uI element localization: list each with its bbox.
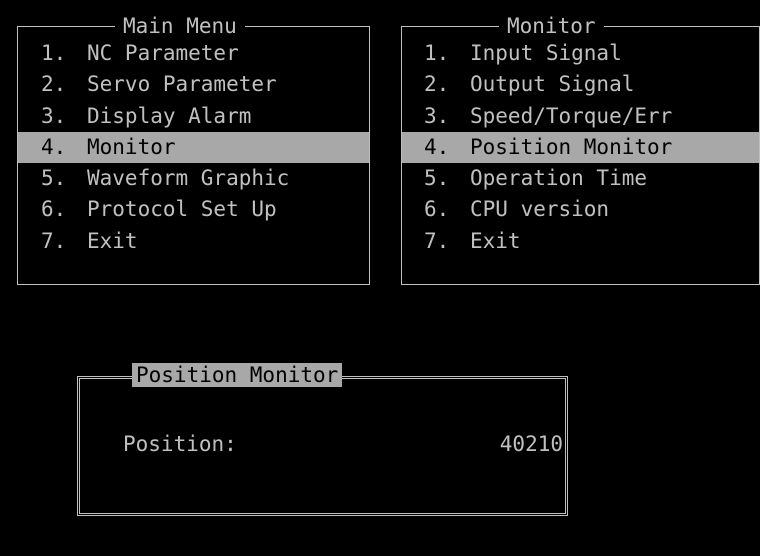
menu-item-label: CPU version xyxy=(470,197,610,222)
menu-item-number: 4. xyxy=(424,134,450,159)
menu-item-label: Protocol Set Up xyxy=(87,197,277,222)
main-menu-item-exit[interactable]: 7. Exit xyxy=(18,226,369,257)
monitor-menu-item-position-monitor[interactable]: 4. Position Monitor xyxy=(402,131,759,164)
main-menu-item-nc-parameter[interactable]: 1. NC Parameter xyxy=(18,38,369,69)
menu-item-label: Servo Parameter xyxy=(87,72,277,97)
monitor-menu-item-input-signal[interactable]: 1. Input Signal xyxy=(402,38,759,69)
monitor-menu-item-output-signal[interactable]: 2. Output Signal xyxy=(402,69,759,100)
menu-item-label: Speed/Torque/Err xyxy=(470,103,673,128)
monitor-menu-title: Monitor xyxy=(499,14,604,38)
menu-item-label: Output Signal xyxy=(470,72,635,97)
menu-item-number: 2. xyxy=(41,72,67,97)
menu-item-number: 1. xyxy=(41,41,67,65)
monitor-menu-item-cpu-version[interactable]: 6. CPU version xyxy=(402,194,759,225)
menu-item-label: Display Alarm xyxy=(87,103,252,128)
main-menu-panel: Main Menu 1. NC Parameter 2. Servo Paramet… xyxy=(17,14,370,285)
menu-item-label: Monitor xyxy=(87,134,176,159)
menu-item-label: Exit xyxy=(87,228,138,253)
menu-item-label: Position Monitor xyxy=(470,134,673,159)
main-menu-item-protocol-set-up[interactable]: 6. Protocol Set Up xyxy=(18,194,369,225)
monitor-menu-panel: Monitor 1. Input Signal 2. Output Signal 3… xyxy=(401,14,760,285)
menu-item-number: 6. xyxy=(41,197,67,222)
monitor-menu-item-exit[interactable]: 7. Exit xyxy=(402,226,759,257)
menu-item-number: 6. xyxy=(424,197,450,222)
menu-item-label: NC Parameter xyxy=(87,41,239,65)
menu-item-number: 5. xyxy=(41,166,67,191)
menu-item-number: 2. xyxy=(424,72,450,97)
main-menu-item-monitor[interactable]: 4. Monitor xyxy=(18,131,369,164)
menu-item-label: Waveform Graphic xyxy=(87,166,290,191)
menu-item-number: 5. xyxy=(424,166,450,191)
monitor-menu-list: 1. Input Signal 2. Output Signal 3. Speed/T… xyxy=(402,38,759,257)
menu-item-number: 3. xyxy=(424,103,450,128)
monitor-menu-item-operation-time[interactable]: 5. Operation Time xyxy=(402,163,759,194)
menu-item-number: 7. xyxy=(41,228,67,253)
menu-item-label: Exit xyxy=(470,228,521,253)
main-menu-list: 1. NC Parameter 2. Servo Parameter 3. Displ… xyxy=(18,38,369,257)
main-menu-item-servo-parameter[interactable]: 2. Servo Parameter xyxy=(18,69,369,100)
menu-item-label: Input Signal xyxy=(470,41,622,65)
terminal-screen: Main Menu 1. NC Parameter 2. Servo Paramet… xyxy=(0,0,760,556)
main-menu-title: Main Menu xyxy=(115,14,245,38)
menu-item-number: 3. xyxy=(41,103,67,128)
position-value: 40210 xyxy=(499,432,563,456)
main-menu-item-waveform-graphic[interactable]: 5. Waveform Graphic xyxy=(18,163,369,194)
menu-item-label: Operation Time xyxy=(470,166,648,191)
main-menu-item-display-alarm[interactable]: 3. Display Alarm xyxy=(18,101,369,132)
monitor-menu-item-speed-torque-err[interactable]: 3. Speed/Torque/Err xyxy=(402,101,759,132)
menu-item-number: 4. xyxy=(41,134,67,159)
position-label: Position: xyxy=(123,432,237,456)
menu-item-number: 7. xyxy=(424,228,450,253)
menu-item-number: 1. xyxy=(424,41,450,65)
position-monitor-window: Position Monitor Position: 40210 xyxy=(77,363,568,516)
position-monitor-title: Position Monitor xyxy=(132,363,343,387)
